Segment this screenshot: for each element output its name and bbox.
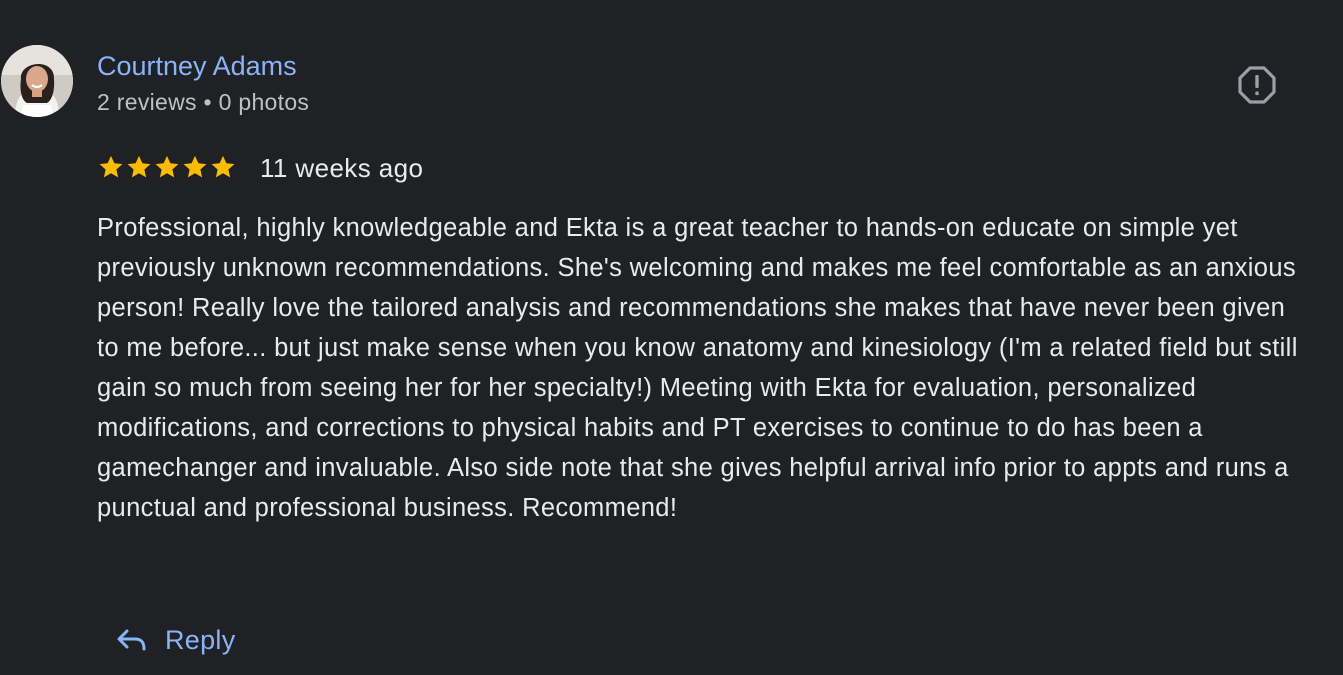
- review-card: Courtney Adams 2 reviews • 0 photos 11 w…: [0, 0, 1343, 675]
- author-avatar[interactable]: [1, 45, 73, 117]
- reply-label: Reply: [165, 625, 236, 655]
- review-date: 11 weeks ago: [260, 153, 424, 183]
- report-icon: [1238, 66, 1276, 104]
- star-icon: [155, 155, 179, 178]
- star-icon: [99, 155, 123, 178]
- report-review-button[interactable]: [1237, 65, 1277, 105]
- star-icon: [127, 155, 151, 178]
- reply-button[interactable]: Reply: [113, 618, 236, 662]
- author-name[interactable]: Courtney Adams: [97, 50, 297, 82]
- reply-icon: [117, 629, 146, 651]
- avatar-photo-icon: [1, 45, 73, 117]
- author-review-count: 2 reviews • 0 photos: [97, 89, 310, 115]
- star-rating: [97, 152, 237, 182]
- star-icon: [183, 155, 207, 178]
- review-text: Professional, highly knowledgeable and E…: [97, 214, 1298, 522]
- star-icon: [211, 155, 235, 178]
